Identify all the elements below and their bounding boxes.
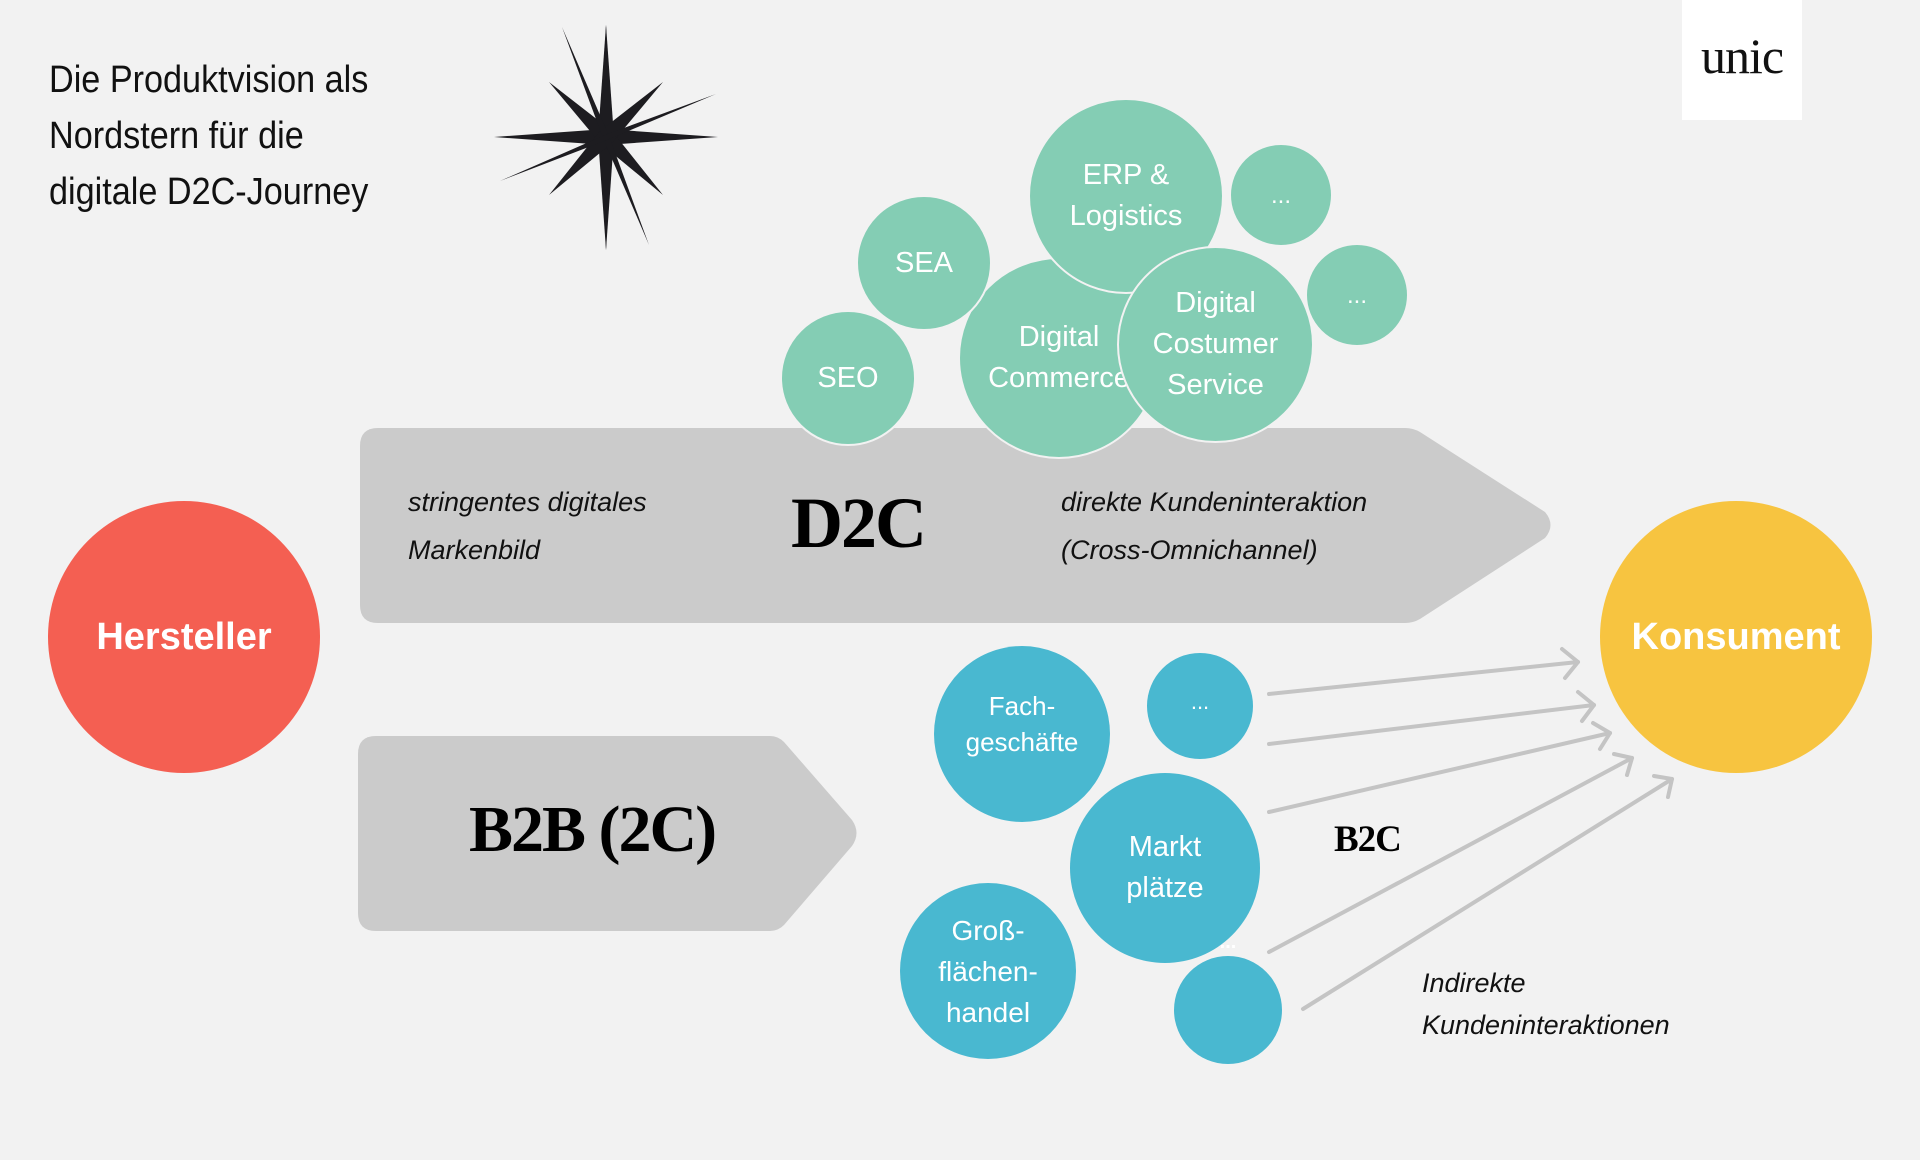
bubble-label: ... bbox=[1219, 931, 1237, 953]
bubble-fachgeschaefte: Fach- geschäfte bbox=[934, 646, 1110, 822]
d2c-label: D2C bbox=[791, 483, 927, 563]
b2c-arrows bbox=[1267, 647, 1674, 1011]
bubble-label: Digital Commerce bbox=[988, 321, 1130, 394]
bubble-more-4: ... bbox=[1174, 931, 1282, 1064]
d2c-right-text: direkte Kundeninteraktion (Cross-Omnicha… bbox=[1061, 478, 1367, 574]
bubble-more-2: ... bbox=[1305, 243, 1409, 347]
d2c-right-line-2: (Cross-Omnichannel) bbox=[1061, 535, 1318, 565]
indirect-interaction-text: Indirekte Kundeninteraktionen bbox=[1422, 962, 1670, 1046]
manufacturer-node: Hersteller bbox=[48, 501, 320, 773]
bubble-label: Digital Costumer Service bbox=[1152, 287, 1279, 401]
bubble-label: Markt plätze bbox=[1126, 831, 1204, 904]
bubble-sea: SEA bbox=[856, 195, 992, 331]
bubble-label: Fach- geschäfte bbox=[965, 691, 1079, 757]
manufacturer-label: Hersteller bbox=[96, 615, 272, 658]
b2c-label: B2C bbox=[1334, 819, 1402, 860]
bubble-label: SEO bbox=[817, 361, 879, 394]
bubble-label: Groß- flächen- handel bbox=[938, 914, 1038, 1028]
bubble-digital-customer-service: Digital Costumer Service bbox=[1117, 246, 1314, 443]
bubble-label: ERP & Logistics bbox=[1069, 159, 1183, 232]
d2c-left-text: stringentes digitales Markenbild bbox=[408, 478, 647, 574]
bubble-label: SEA bbox=[894, 246, 954, 279]
bubble-more-1: ... bbox=[1229, 143, 1333, 247]
consumer-label: Konsument bbox=[1631, 615, 1841, 658]
arrow-4 bbox=[1267, 752, 1634, 954]
d2c-left-line-2: Markenbild bbox=[408, 535, 541, 565]
arrow-1 bbox=[1267, 647, 1580, 696]
indirect-line-1: Indirekte bbox=[1422, 968, 1526, 998]
indirect-line-2: Kundeninteraktionen bbox=[1422, 1010, 1670, 1040]
b2b-label: B2B (2C) bbox=[469, 793, 717, 866]
bubble-label: ... bbox=[1270, 181, 1291, 209]
bubble-more-3: ... bbox=[1147, 653, 1253, 759]
d2c-right-line-1: direkte Kundeninteraktion bbox=[1061, 487, 1368, 517]
bubble-label: ... bbox=[1346, 281, 1367, 309]
arrow-2 bbox=[1267, 690, 1596, 746]
bubble-label: ... bbox=[1190, 688, 1210, 714]
d2c-left-line-1: stringentes digitales bbox=[408, 487, 647, 517]
bubble-grossflaechenhandel: Groß- flächen- handel bbox=[900, 883, 1076, 1059]
bubble-seo: SEO bbox=[780, 310, 916, 446]
consumer-node: Konsument bbox=[1600, 501, 1872, 773]
north-star-icon bbox=[494, 25, 718, 250]
